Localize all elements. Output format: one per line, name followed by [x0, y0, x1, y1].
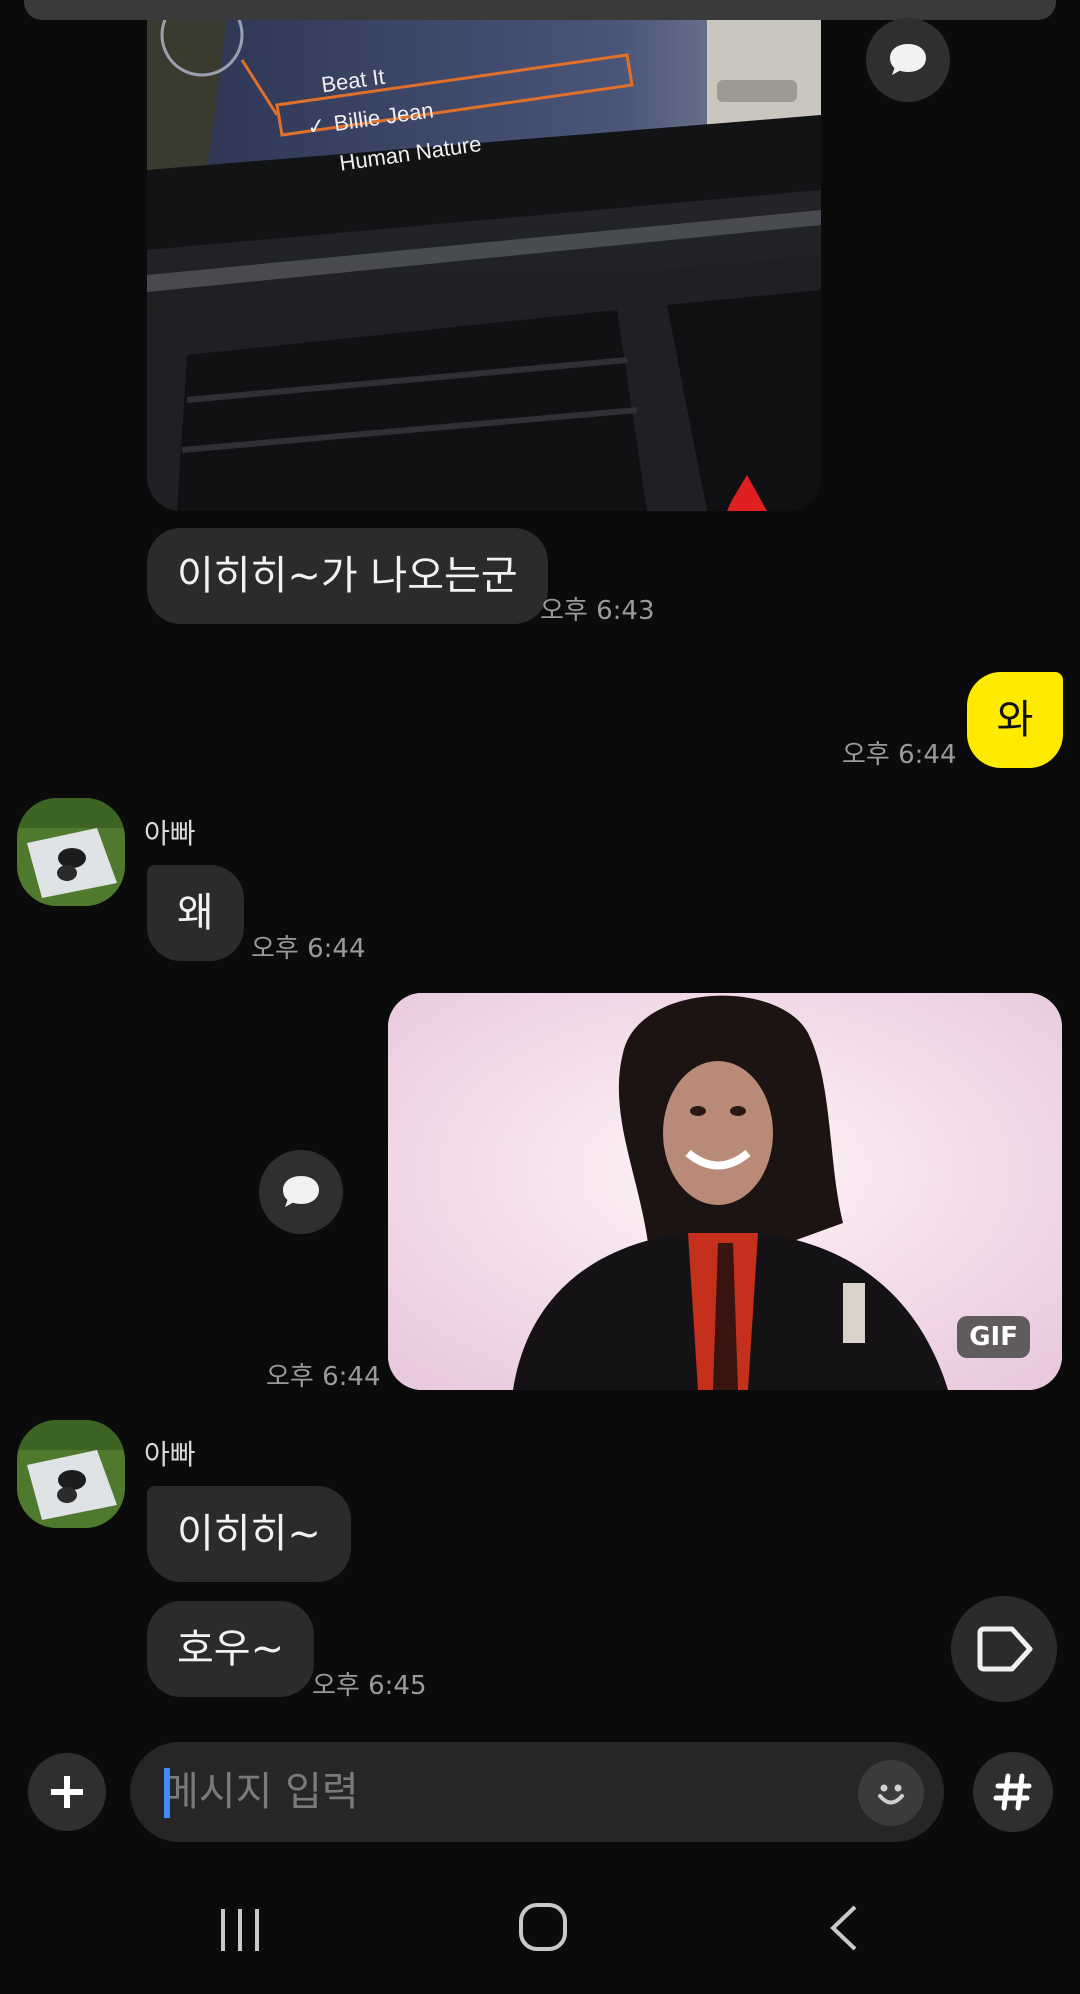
nav-home-button[interactable]	[517, 1901, 569, 1953]
message-time: 오후 6:44	[266, 1362, 381, 1392]
emoji-button[interactable]	[858, 1760, 924, 1826]
speech-bubble-icon	[283, 1176, 319, 1207]
message-time: 오후 6:45	[312, 1671, 427, 1701]
photo-message[interactable]: Beat It ✓ Billie Jean Human Nature	[147, 20, 821, 511]
back-icon	[830, 1905, 857, 1951]
nav-recents-button[interactable]	[215, 1905, 265, 1955]
hashtag-icon	[993, 1773, 1032, 1811]
tag-button[interactable]	[951, 1596, 1057, 1702]
tag-icon	[977, 1626, 1033, 1672]
message-time: 오후 6:44	[251, 934, 366, 964]
add-button[interactable]	[28, 1753, 106, 1831]
hashtag-button[interactable]	[973, 1752, 1053, 1832]
message-time: 오후 6:44	[842, 740, 957, 770]
avatar[interactable]	[17, 1420, 125, 1528]
message-bubble[interactable]: 이히히~	[147, 1486, 351, 1582]
message-bubble[interactable]: 호우~	[147, 1601, 315, 1697]
avatar-image	[17, 798, 125, 906]
top-bar	[24, 0, 1056, 20]
sender-name: 아빠	[144, 817, 196, 850]
check-mark: ✓	[305, 112, 327, 139]
comment-button[interactable]	[259, 1150, 343, 1234]
avatar[interactable]	[17, 798, 125, 906]
message-bubble[interactable]: 왜	[147, 865, 244, 961]
gif-message[interactable]: GIF	[388, 993, 1062, 1390]
photo-image: Beat It ✓ Billie Jean Human Nature	[147, 20, 821, 511]
plus-icon	[51, 1776, 83, 1808]
home-icon	[519, 1903, 567, 1951]
message-input[interactable]: 메시지 입력	[130, 1742, 944, 1842]
comment-button[interactable]	[866, 18, 950, 102]
recents-icon	[221, 1909, 259, 1951]
message-bubble-outgoing[interactable]: 와	[967, 672, 1063, 768]
sender-name: 아빠	[144, 1438, 196, 1471]
message-bubble[interactable]: 이히히~가 나오는군	[147, 528, 548, 624]
nav-back-button[interactable]	[825, 1903, 865, 1953]
speech-bubble-icon	[890, 44, 926, 75]
text-cursor	[164, 1768, 170, 1818]
message-input-placeholder: 메시지 입력	[162, 1769, 359, 1815]
avatar-image	[17, 1420, 125, 1528]
message-time: 오후 6:43	[540, 596, 655, 626]
gif-badge: GIF	[957, 1316, 1030, 1358]
emoji-icon	[878, 1784, 904, 1805]
